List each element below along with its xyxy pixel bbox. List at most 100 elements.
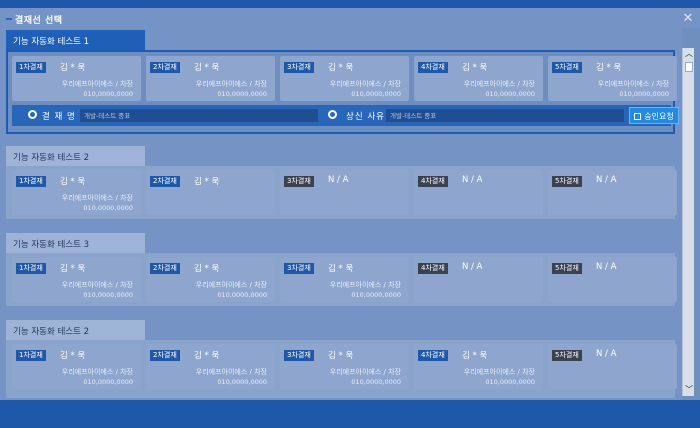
approver-name: 김 * 욱 xyxy=(60,264,86,274)
step-badge: 2차결재 xyxy=(150,176,180,187)
step-badge: 5차결재 xyxy=(552,62,582,73)
approval-step[interactable]: 2차결재 김 * 욱 xyxy=(146,170,275,215)
approval-step[interactable]: 3차결재 김 * 욱 우리에프아이에스 / 차장 010,0000,0000 xyxy=(280,344,409,389)
step-badge: 1차결재 xyxy=(16,176,46,187)
approval-step[interactable]: 5차결재 김 * 욱 우리에프아이에스 / 차장 010,0000,0000 xyxy=(548,56,677,101)
scroll-up-icon[interactable]: ︿ xyxy=(683,48,695,60)
approval-step[interactable]: 1차결재 김 * 욱 우리에프아이에스 / 차장 010,0000,0000 xyxy=(12,56,141,101)
approver-name: 김 * 욱 xyxy=(194,63,220,73)
step-badge: 5차결재 xyxy=(552,350,582,361)
vertical-scrollbar[interactable]: ︿ ﹀ xyxy=(682,48,694,396)
title-input[interactable] xyxy=(80,109,318,122)
approval-step[interactable]: 1차결재 김 * 욱 우리에프아이에스 / 차장 010,0000,0000 xyxy=(12,344,141,389)
approver-dept: 우리에프아이에스 / 차장 xyxy=(195,281,267,289)
approver-dept: 우리에프아이에스 / 차장 xyxy=(329,80,401,88)
window-titlebar xyxy=(0,0,700,8)
approval-group-2[interactable]: 1차결재 김 * 욱 우리에프아이에스 / 차장 010,0000,0000 2… xyxy=(6,166,677,219)
dialog-header: 결재선 선택 ✕ xyxy=(0,8,700,28)
close-icon[interactable]: ✕ xyxy=(681,12,695,26)
section-tab-1[interactable]: 기능 자동화 테스트 1 xyxy=(6,30,145,50)
step-badge: 1차결재 xyxy=(16,350,46,361)
approver-dept: 우리에프아이에스 / 차장 xyxy=(329,368,401,376)
step-badge: 4차결재 xyxy=(418,263,448,274)
approver-phone: 010,0000,0000 xyxy=(351,291,401,299)
approval-step[interactable]: 2차결재 김 * 욱 우리에프아이에스 / 차장 010,0000,0000 xyxy=(146,56,275,101)
approval-step[interactable]: 5차결재 N / A xyxy=(548,257,677,302)
step-badge: 2차결재 xyxy=(150,62,180,73)
approval-group-3[interactable]: 1차결재 김 * 욱 우리에프아이에스 / 차장 010,0000,0000 2… xyxy=(6,253,677,306)
step-badge: 3차결재 xyxy=(284,350,314,361)
title-radio-icon xyxy=(28,110,37,119)
approval-step[interactable]: 5차결재 N / A xyxy=(548,344,677,389)
checkbox-icon xyxy=(634,113,642,120)
approver-phone: 010,0000,0000 xyxy=(83,378,133,386)
approver-name: N / A xyxy=(462,262,483,272)
approval-group-1[interactable]: 1차결재 김 * 욱 우리에프아이에스 / 차장 010,0000,0000 2… xyxy=(6,50,679,134)
approver-dept: 우리에프아이에스 / 차장 xyxy=(463,368,535,376)
approver-name: N / A xyxy=(462,175,483,185)
scroll-down-icon[interactable]: ﹀ xyxy=(683,384,695,396)
approver-name: 김 * 욱 xyxy=(328,264,354,274)
approval-step[interactable]: 4차결재 N / A xyxy=(414,170,543,215)
minimize-icon[interactable] xyxy=(6,18,12,20)
approval-request-form: 결 재 명 상신 사유 승인요청 xyxy=(12,105,679,126)
approver-dept: 우리에프아이에스 / 차장 xyxy=(463,80,535,88)
approver-dept: 우리에프아이에스 / 차장 xyxy=(329,281,401,289)
approver-name: N / A xyxy=(596,349,617,359)
approver-phone: 010,0000,0000 xyxy=(83,291,133,299)
approval-step[interactable]: 4차결재 N / A xyxy=(414,257,543,302)
reason-input[interactable] xyxy=(386,109,624,122)
section-tab-2[interactable]: 기능 자동화 테스트 2 xyxy=(6,146,145,166)
approval-step[interactable]: 3차결재 김 * 욱 우리에프아이에스 / 차장 010,0000,0000 xyxy=(280,56,409,101)
approval-step[interactable]: 3차결재 N / A xyxy=(280,170,409,215)
approver-name: 김 * 욱 xyxy=(328,351,354,361)
approver-dept: 우리에프아이에스 / 차장 xyxy=(195,368,267,376)
approver-name: 김 * 욱 xyxy=(596,63,622,73)
step-badge: 3차결재 xyxy=(284,176,314,187)
approval-step[interactable]: 5차결재 N / A xyxy=(548,170,677,215)
step-badge: 1차결재 xyxy=(16,62,46,73)
approver-name: 김 * 욱 xyxy=(194,351,220,361)
approval-step[interactable]: 1차결재 김 * 욱 우리에프아이에스 / 차장 010,0000,0000 xyxy=(12,170,141,215)
approver-dept: 우리에프아이에스 / 차장 xyxy=(61,368,133,376)
dialog-title: 결재선 선택 xyxy=(15,16,63,26)
approver-dept: 우리에프아이에스 / 차장 xyxy=(61,194,133,202)
approver-phone: 010,0000,0000 xyxy=(485,378,535,386)
approval-line-list: 기능 자동화 테스트 1 1차결재 김 * 욱 우리에프아이에스 / 차장 01… xyxy=(0,28,682,400)
approver-name: N / A xyxy=(596,262,617,272)
step-badge: 2차결재 xyxy=(150,350,180,361)
approver-name: 김 * 욱 xyxy=(194,177,220,187)
step-badge: 3차결재 xyxy=(284,62,314,73)
approval-step[interactable]: 2차결재 김 * 욱 우리에프아이에스 / 차장 010,0000,0000 xyxy=(146,344,275,389)
approver-name: 김 * 욱 xyxy=(328,63,354,73)
approval-step[interactable]: 2차결재 김 * 욱 우리에프아이에스 / 차장 010,0000,0000 xyxy=(146,257,275,302)
step-badge: 1차결재 xyxy=(16,263,46,274)
approval-group-4[interactable]: 1차결재 김 * 욱 우리에프아이에스 / 차장 010,0000,0000 2… xyxy=(6,340,677,398)
scroll-thumb[interactable] xyxy=(685,62,693,72)
approver-phone: 010,0000,0000 xyxy=(217,90,267,98)
reason-radio-icon xyxy=(328,110,337,119)
approver-name: 김 * 욱 xyxy=(462,63,488,73)
approver-dept: 우리에프아이에스 / 차장 xyxy=(195,80,267,88)
approver-name: 김 * 욱 xyxy=(194,264,220,274)
approval-step[interactable]: 3차결재 김 * 욱 우리에프아이에스 / 차장 010,0000,0000 xyxy=(280,257,409,302)
approver-dept: 우리에프아이에스 / 차장 xyxy=(61,281,133,289)
approver-phone: 010,0000,0000 xyxy=(83,204,133,212)
step-badge: 4차결재 xyxy=(418,176,448,187)
approver-phone: 010,0000,0000 xyxy=(351,378,401,386)
approver-name: 김 * 욱 xyxy=(462,351,488,361)
approver-phone: 010,0000,0000 xyxy=(217,291,267,299)
approver-name: N / A xyxy=(328,175,349,185)
approver-name: 김 * 욱 xyxy=(60,177,86,187)
section-tab-4[interactable]: 기능 자동화 테스트 2 xyxy=(6,320,145,340)
approval-step[interactable]: 4차결재 김 * 욱 우리에프아이에스 / 차장 010,0000,0000 xyxy=(414,56,543,101)
approver-phone: 010,0000,0000 xyxy=(83,90,133,98)
request-approval-label: 승인요청 xyxy=(644,112,674,121)
approval-step[interactable]: 1차결재 김 * 욱 우리에프아이에스 / 차장 010,0000,0000 xyxy=(12,257,141,302)
section-tab-3[interactable]: 기능 자동화 테스트 3 xyxy=(6,233,145,253)
approver-name: 김 * 욱 xyxy=(60,63,86,73)
request-approval-button[interactable]: 승인요청 xyxy=(629,107,679,124)
approval-step[interactable]: 4차결재 김 * 욱 우리에프아이에스 / 차장 010,0000,0000 xyxy=(414,344,543,389)
title-label: 결 재 명 xyxy=(42,112,76,122)
approver-phone: 010,0000,0000 xyxy=(351,90,401,98)
